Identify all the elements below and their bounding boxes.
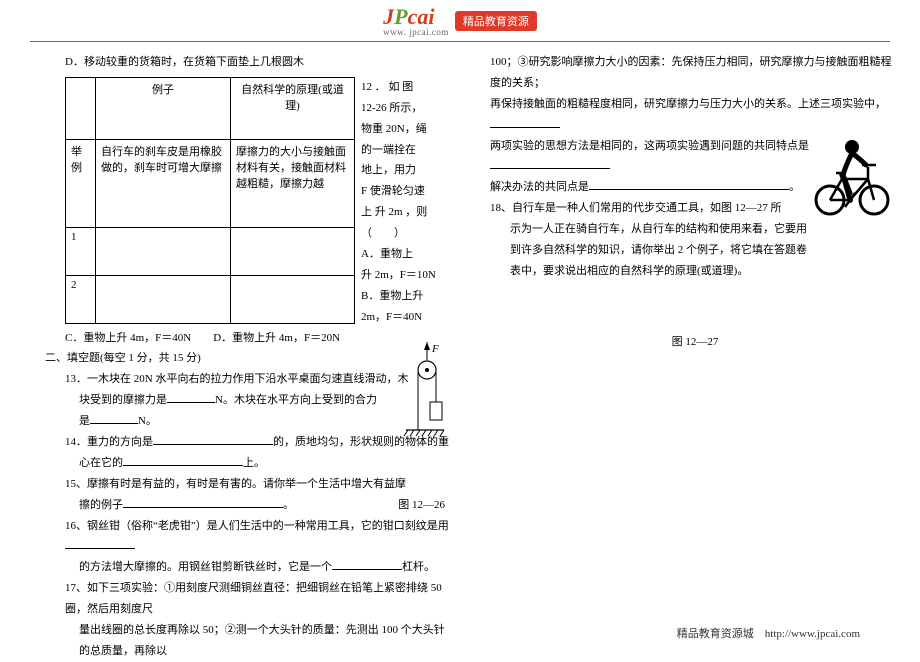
example-table: 例子 自然科学的原理(或道理) 举例 自行车的刹车皮是用橡胶做的，刹车时可增大摩… <box>65 77 355 324</box>
s8: （ ） <box>361 223 451 244</box>
q13c: N。木块在水平方向上受到的合力 <box>215 394 377 406</box>
q15-line1: 15、摩擦有时是有益的，有时是有害的。请你举一个生活中增大有益摩 <box>45 474 455 495</box>
fig-12-27-caption: 图 12—27 <box>490 332 900 353</box>
q14a: 14．重力的方向是 <box>65 436 153 448</box>
s3: 物重 20N，绳 <box>361 119 451 140</box>
s10: 升 2m，F＝10N <box>361 265 451 286</box>
logo-letter-p: P <box>394 4 407 29</box>
blank-q16-1 <box>65 537 135 549</box>
r4: 解决办法的共同点是 <box>490 181 589 193</box>
logo-url: www. jpcai.com <box>383 27 449 37</box>
q17-cont-1: 100；③研究影响摩擦力大小的因素：先保持压力相同，研究摩擦力与接触面粗糙程度的… <box>490 52 900 94</box>
q18-line4: 表中，要求说出相应的自然科学的原理(或道理)。 <box>490 261 900 282</box>
table-side-wrap: 例子 自然科学的原理(或道理) 举例 自行车的刹车皮是用橡胶做的，刹车时可增大摩… <box>45 73 455 328</box>
header-badge: 精品教育资源 <box>455 11 537 31</box>
q16c: 杠杆。 <box>402 561 435 573</box>
s6: F 使滑轮匀速 <box>361 181 451 202</box>
logo-letter-j: J <box>383 4 394 29</box>
r2: 再保持接触面的粗糙程度相同，研究摩擦力与压力大小的关系。上述三项实验中， <box>490 98 886 110</box>
th-example: 例子 <box>96 77 231 139</box>
figure-bicycle <box>810 135 895 223</box>
fig-12-26-caption: 图 12—26 <box>398 495 445 516</box>
r3: 两项实验的思想方法是相同的，这两项实验遇到问题的共同特点是 <box>490 140 809 152</box>
q13-line1: 13．一木块在 20N 水平向右的拉力作用下沿水平桌面匀速直线滑动，木 <box>45 369 455 390</box>
blank-q14-2 <box>123 454 243 466</box>
s11: B．重物上升 <box>361 286 451 307</box>
blank-q13-2 <box>90 412 138 424</box>
page-footer: 精品教育资源城 http://www.jpcai.com <box>677 625 860 641</box>
svg-text:F: F <box>431 343 439 355</box>
blank-q14-1 <box>153 433 273 445</box>
page-body: D．移动较重的货箱时，在货箱下面垫上几根圆木 例子 自然科学的原理(或道理) 举… <box>0 42 920 662</box>
q14-line1: 14．重力的方向是的，质地均匀，形状规则的物体的重 <box>45 432 455 453</box>
s7: 上 升 2m ，则 <box>361 202 451 223</box>
section-2-heading: 二、填空题(每空 1 分，共 15 分) <box>45 348 455 369</box>
q14d: 上。 <box>243 457 265 469</box>
pulley-icon: F <box>400 340 450 450</box>
s5: 地上，用力 <box>361 160 451 181</box>
cell-r1b <box>96 227 231 275</box>
s12: 2m，F＝40N <box>361 307 451 328</box>
q12-side-text: 12 ． 如 图 12-26 所示， 物重 20N，绳 的一端拴在 地上，用力 … <box>361 73 451 328</box>
q13b: 块受到的摩擦力是 <box>79 394 167 406</box>
bicycle-icon <box>810 135 895 220</box>
q15-line2: 擦的例子。 图 12—26 <box>45 495 455 516</box>
q17-cont-2: 再保持接触面的粗糙程度相同，研究摩擦力与压力大小的关系。上述三项实验中， <box>490 94 900 136</box>
q12-options-cd: C．重物上升 4m，F＝40N D．重物上升 4m，F＝20N <box>45 328 455 349</box>
q14c: 心在它的 <box>79 457 123 469</box>
q16-line2: 的方法增大摩擦的。用钢丝钳剪断铁丝时，它是一个 杠杆。 <box>45 557 455 578</box>
q13e: N。 <box>138 415 157 427</box>
q17-line1: 17、如下三项实验：①用刻度尺测细铜丝直径：把细铜丝在铅笔上紧密排绕 50 圈，… <box>45 578 455 620</box>
page-header: JPcai www. jpcai.com 精品教育资源 <box>0 0 920 39</box>
s4: 的一端拴在 <box>361 140 451 161</box>
cell-r1a: 1 <box>66 227 96 275</box>
q13d: 是 <box>79 415 90 427</box>
s2: 12-26 所示， <box>361 98 451 119</box>
s9: A．重物上 <box>361 244 451 265</box>
q13-line2: 块受到的摩擦力是 N。木块在水平方向上受到的合力 <box>45 390 455 411</box>
q16a: 16、钢丝钳（俗称“老虎钳”）是人们生活中的一种常用工具，它的钳口刻纹是用 <box>65 520 449 532</box>
s1: 12 ． 如 图 <box>361 77 451 98</box>
q13-line3: 是 N。 <box>45 411 455 432</box>
cell-r2a: 2 <box>66 275 96 323</box>
blank-r3 <box>490 157 610 169</box>
th-blank <box>66 77 96 139</box>
cell-r2b <box>96 275 231 323</box>
q15b: 擦的例子 <box>79 499 123 511</box>
figure-pulley: F <box>400 340 450 453</box>
q16-line1: 16、钢丝钳（俗称“老虎钳”）是人们生活中的一种常用工具，它的钳口刻纹是用 <box>45 516 455 558</box>
q18-line3: 到许多自然科学的知识，请你举出 2 个例子，将它填在答题卷 <box>490 240 900 261</box>
q14-line2: 心在它的 上。 <box>45 453 455 474</box>
blank-q15 <box>123 496 283 508</box>
blank-r4 <box>589 178 789 190</box>
cell-r2c <box>231 275 355 323</box>
cell-r0b: 自行车的刹车皮是用橡胶做的，刹车时可增大摩擦 <box>96 139 231 227</box>
q16b: 的方法增大摩擦的。用钢丝钳剪断铁丝时，它是一个 <box>79 561 332 573</box>
cell-r0a: 举例 <box>66 139 96 227</box>
cell-r1c <box>231 227 355 275</box>
q17-line2: 量出线圈的总长度再除以 50；②测一个大头针的质量：先测出 100 个大头针的总… <box>45 620 455 662</box>
option-d: D．移动较重的货箱时，在货箱下面垫上几根圆木 <box>45 52 455 73</box>
blank-r2 <box>490 116 560 128</box>
th-principle: 自然科学的原理(或道理) <box>231 77 355 139</box>
cell-r0c: 摩擦力的大小与接触面材料有关，接触面材料越粗糙，摩擦力越 <box>231 139 355 227</box>
left-column: D．移动较重的货箱时，在货箱下面垫上几根圆木 例子 自然科学的原理(或道理) 举… <box>45 52 455 662</box>
blank-q13-1 <box>167 391 215 403</box>
logo-block: JPcai www. jpcai.com <box>383 4 449 37</box>
logo-letter-cai: cai <box>408 4 435 29</box>
logo-text: JPcai <box>383 4 434 29</box>
blank-q16-2 <box>332 558 402 570</box>
